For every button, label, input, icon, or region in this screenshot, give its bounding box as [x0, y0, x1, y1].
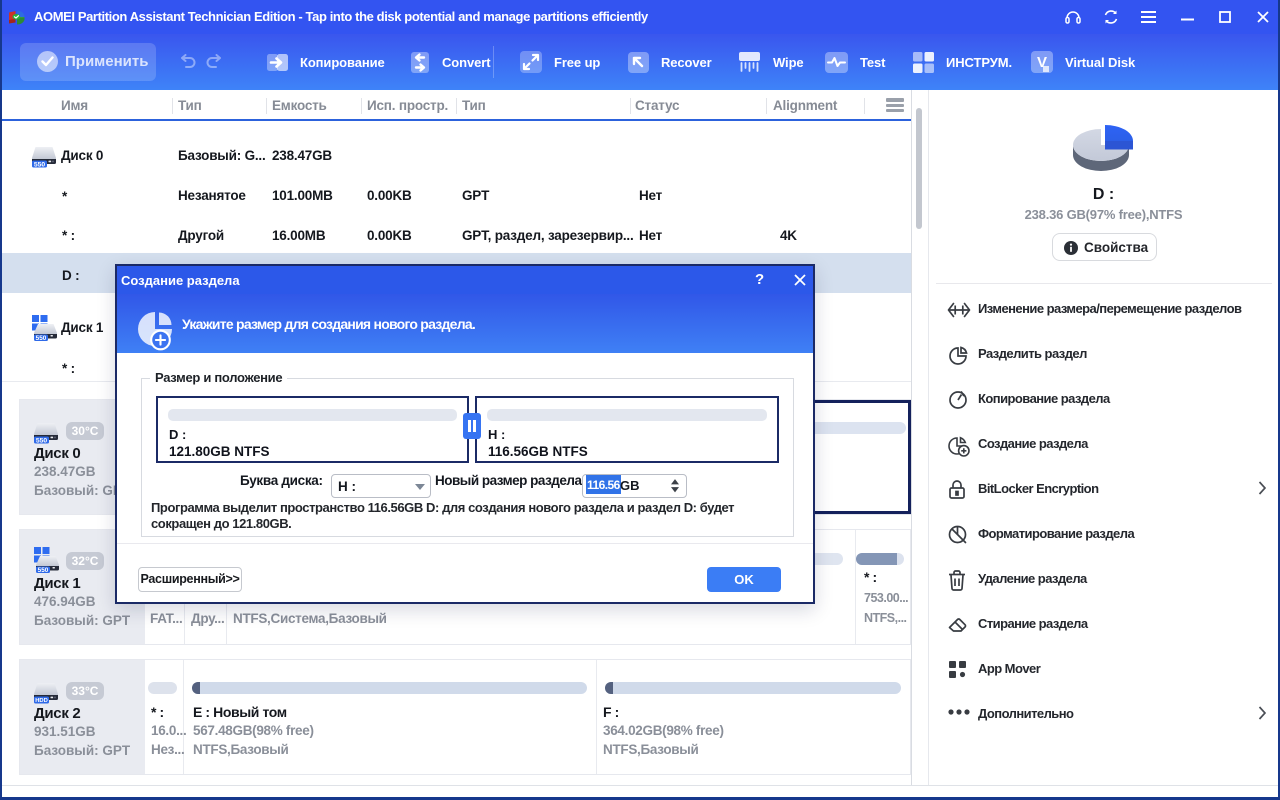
svg-text:HDD: HDD [35, 698, 48, 704]
svg-text:550: 550 [34, 161, 46, 168]
svg-text:550: 550 [36, 335, 47, 341]
svg-text:550: 550 [38, 567, 49, 573]
svg-text:550: 550 [36, 437, 48, 444]
